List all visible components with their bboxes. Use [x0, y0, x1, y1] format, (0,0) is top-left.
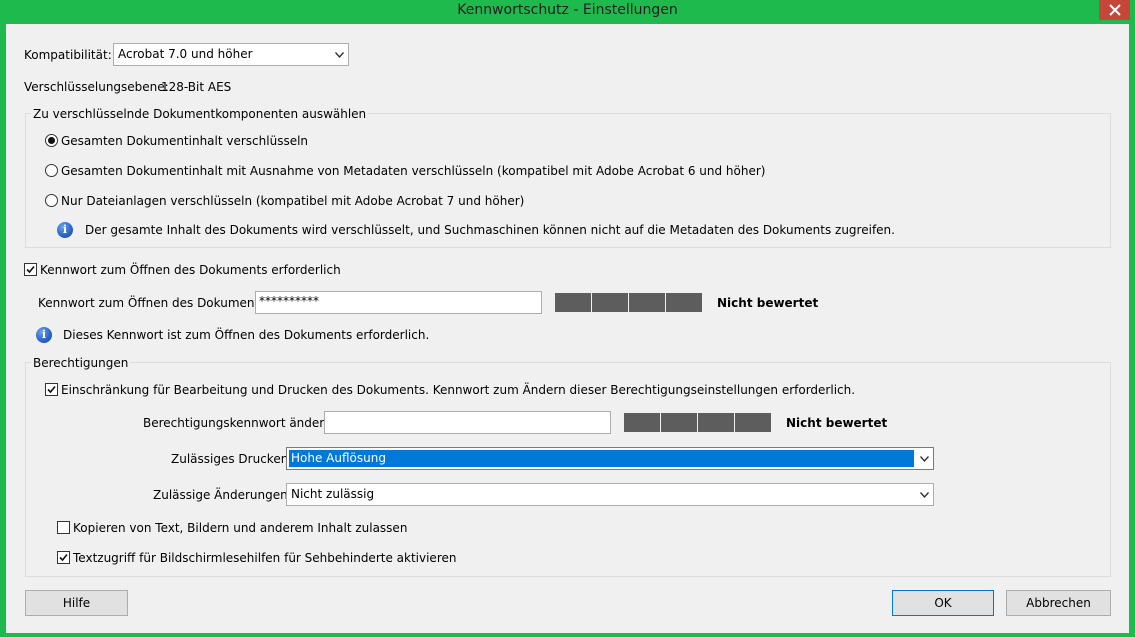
perm-password-label: Berechtigungskennwort ändern: [143, 416, 336, 430]
changes-value: Nicht zulässig [291, 487, 375, 501]
compat-select[interactable]: Acrobat 7.0 und höher [113, 43, 349, 66]
components-info-text: Der gesamte Inhalt des Dokuments wird ve… [85, 223, 895, 237]
perm-password-strength-meter [624, 413, 771, 432]
strength-segment [592, 293, 628, 312]
open-password-strength-meter [555, 293, 702, 312]
accessibility-checkbox[interactable] [57, 551, 70, 564]
components-legend: Zu verschlüsselnde Dokumentkomponenten a… [31, 107, 369, 121]
open-password-strength-label: Nicht bewertet [717, 296, 819, 310]
copy-checkbox-label[interactable]: Kopieren von Text, Bildern und anderem I… [73, 521, 407, 535]
perm-password-input[interactable] [324, 411, 611, 434]
info-icon: i [36, 327, 52, 343]
open-password-field-label: Kennwort zum Öffnen des Dokuments: [38, 296, 270, 310]
help-button[interactable]: Hilfe [25, 590, 128, 616]
chevron-down-icon [916, 448, 933, 469]
changes-label: Zulässige Änderungen: [153, 488, 292, 502]
window-title: Kennwortschutz - Einstellungen [457, 2, 678, 18]
permissions-legend: Berechtigungen [31, 356, 131, 370]
dialog-client: Kompatibilität: Acrobat 7.0 und höher Ve… [6, 24, 1129, 633]
strength-segment [555, 293, 591, 312]
perm-password-strength-label: Nicht bewertet [786, 416, 888, 430]
title-bar[interactable]: Kennwortschutz - Einstellungen [0, 0, 1135, 24]
strength-segment [629, 293, 665, 312]
checkmark-icon [26, 265, 35, 274]
accessibility-checkbox-label[interactable]: Textzugriff für Bildschirmlesehilfen für… [73, 551, 456, 565]
strength-segment [735, 413, 771, 432]
restrict-checkbox-label[interactable]: Einschränkung für Bearbeitung und Drucke… [61, 383, 855, 397]
checkmark-icon [59, 553, 68, 562]
compat-value: Acrobat 7.0 und höher [118, 47, 253, 61]
radio-attachments-only[interactable] [45, 194, 58, 207]
printing-label: Zulässiges Drucken: [171, 452, 293, 466]
cancel-button[interactable]: Abbrechen [1006, 590, 1111, 616]
info-icon: i [57, 222, 73, 238]
radio-except-metadata-label[interactable]: Gesamten Dokumentinhalt mit Ausnahme von… [61, 164, 765, 178]
strength-segment [661, 413, 697, 432]
radio-except-metadata[interactable] [45, 164, 58, 177]
checkmark-icon [47, 385, 56, 394]
open-password-checkbox[interactable] [24, 263, 37, 276]
copy-checkbox[interactable] [57, 521, 70, 534]
encryption-label: Verschlüsselungsebene: [24, 80, 169, 94]
encryption-value: 128-Bit AES [161, 80, 232, 94]
open-password-checkbox-label[interactable]: Kennwort zum Öffnen des Dokuments erford… [40, 263, 341, 277]
strength-segment [624, 413, 660, 432]
changes-select[interactable]: Nicht zulässig [286, 483, 934, 506]
strength-segment [698, 413, 734, 432]
printing-value: Hohe Auflösung [289, 450, 914, 467]
ok-button[interactable]: OK [892, 590, 994, 616]
chevron-down-icon [916, 484, 933, 505]
open-password-input[interactable]: ********** [255, 291, 542, 314]
strength-segment [666, 293, 702, 312]
chevron-down-icon [331, 44, 348, 65]
compat-label: Kompatibilität: [24, 48, 112, 62]
radio-attachments-only-label[interactable]: Nur Dateianlagen verschlüsseln (kompatib… [61, 194, 524, 208]
printing-select[interactable]: Hohe Auflösung [286, 447, 934, 470]
restrict-checkbox[interactable] [45, 383, 58, 396]
radio-full-content-label[interactable]: Gesamten Dokumentinhalt verschlüsseln [61, 134, 308, 148]
open-password-info-text: Dieses Kennwort ist zum Öffnen des Dokum… [63, 328, 430, 342]
close-button[interactable] [1099, 0, 1130, 20]
close-icon [1108, 4, 1121, 16]
radio-full-content[interactable] [45, 134, 58, 147]
